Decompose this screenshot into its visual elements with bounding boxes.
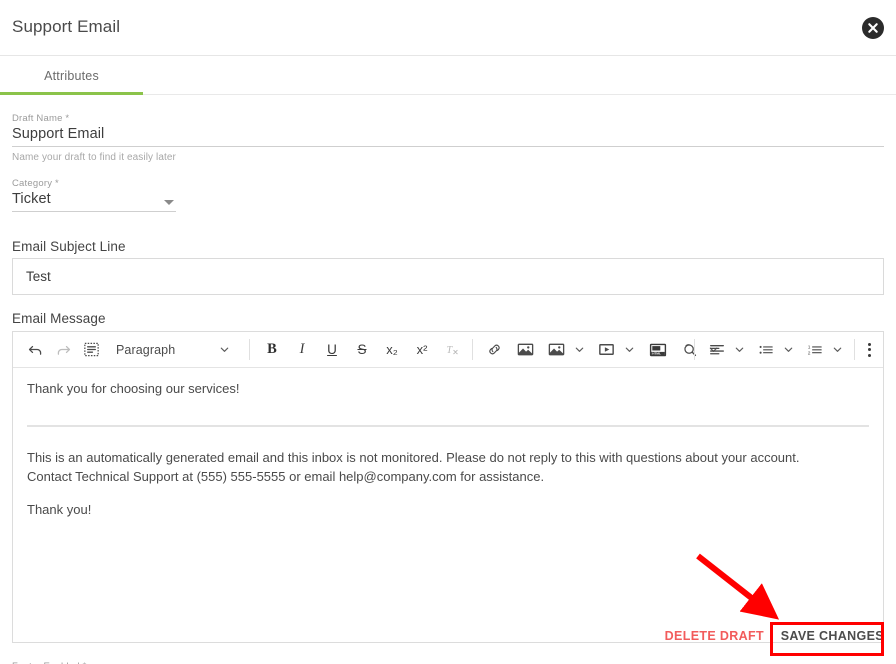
- editor-content[interactable]: Thank you for choosing our services! Thi…: [13, 368, 883, 519]
- toolbar-separator: [249, 339, 250, 360]
- toolbar-separator: [694, 339, 695, 360]
- find-replace-icon[interactable]: [675, 337, 705, 363]
- editor-paragraph-2: This is an automatically generated email…: [27, 449, 800, 484]
- svg-text:HTML: HTML: [652, 351, 661, 355]
- delete-draft-button[interactable]: DELETE DRAFT: [665, 629, 764, 643]
- editor-paragraph-1: Thank you for choosing our services!: [27, 381, 240, 396]
- undo-icon[interactable]: [21, 337, 49, 363]
- save-changes-button[interactable]: SAVE CHANGES: [781, 629, 884, 643]
- dialog-header: Support Email: [0, 0, 896, 56]
- bold-button[interactable]: B: [257, 337, 287, 363]
- chevron-down-icon[interactable]: [731, 337, 747, 363]
- chevron-down-icon[interactable]: [621, 337, 637, 363]
- superscript-button[interactable]: x²: [407, 337, 437, 363]
- remove-format-icon[interactable]: T: [437, 337, 467, 363]
- redo-icon[interactable]: [49, 337, 77, 363]
- video-icon[interactable]: [591, 337, 621, 363]
- toolbar-separator: [472, 339, 473, 360]
- chevron-down-icon[interactable]: [571, 337, 587, 363]
- html-embed-icon[interactable]: HTML: [641, 337, 675, 363]
- draft-name-hint: Name your draft to find it easily later: [12, 152, 176, 163]
- image-gallery-icon[interactable]: [541, 337, 571, 363]
- editor-paragraph-3: Thank you!: [27, 501, 92, 517]
- email-message-label: Email Message: [12, 311, 106, 326]
- italic-button[interactable]: I: [287, 337, 317, 363]
- draft-name-underline: [12, 146, 884, 147]
- chevron-down-icon[interactable]: [216, 337, 232, 363]
- category-label: Category *: [12, 178, 59, 189]
- caret-down-icon[interactable]: [164, 200, 174, 205]
- chevron-down-icon[interactable]: [780, 337, 796, 363]
- tab-bar: Attributes: [0, 56, 896, 95]
- link-icon[interactable]: [479, 337, 509, 363]
- email-subject-label: Email Subject Line: [12, 239, 126, 254]
- page-title: Support Email: [12, 17, 121, 36]
- editor-toolbar: Paragraph B I U S x₂ x² T HTML 1 2: [13, 332, 883, 368]
- block-format-select[interactable]: Paragraph: [116, 337, 216, 363]
- tab-attributes[interactable]: Attributes: [0, 56, 143, 95]
- svg-text:T: T: [446, 345, 453, 356]
- strikethrough-button[interactable]: S: [347, 337, 377, 363]
- tab-attributes-label: Attributes: [44, 68, 99, 83]
- support-email-dialog: Support Email Attributes Draft Name * Su…: [0, 0, 896, 664]
- dialog-actions: DELETE DRAFT SAVE CHANGES: [0, 620, 896, 664]
- tab-active-indicator: [0, 92, 143, 95]
- svg-text:2: 2: [808, 350, 811, 356]
- vertical-ellipsis-icon[interactable]: [859, 337, 879, 363]
- underline-button[interactable]: U: [317, 337, 347, 363]
- horizontal-rule: [27, 424, 869, 427]
- subscript-button[interactable]: x₂: [377, 337, 407, 363]
- toolbar-separator: [854, 339, 855, 360]
- email-subject-field[interactable]: Test: [12, 258, 884, 295]
- bulleted-list-icon[interactable]: [752, 337, 780, 363]
- align-left-icon[interactable]: [703, 337, 731, 363]
- draft-name-input[interactable]: Support Email: [12, 126, 104, 142]
- draft-name-label: Draft Name *: [12, 113, 70, 124]
- numbered-list-icon[interactable]: 1 2: [801, 337, 829, 363]
- category-select[interactable]: Ticket: [12, 191, 51, 207]
- svg-text:1: 1: [808, 344, 811, 350]
- chevron-down-icon[interactable]: [829, 337, 845, 363]
- close-icon[interactable]: [862, 17, 884, 39]
- image-icon[interactable]: [509, 337, 541, 363]
- block-format-label: Paragraph: [116, 342, 176, 357]
- rich-text-editor: Paragraph B I U S x₂ x² T HTML 1 2 Thank…: [12, 331, 884, 643]
- source-code-icon[interactable]: [77, 337, 105, 363]
- email-subject-value: Test: [26, 269, 51, 284]
- category-underline: [12, 211, 176, 212]
